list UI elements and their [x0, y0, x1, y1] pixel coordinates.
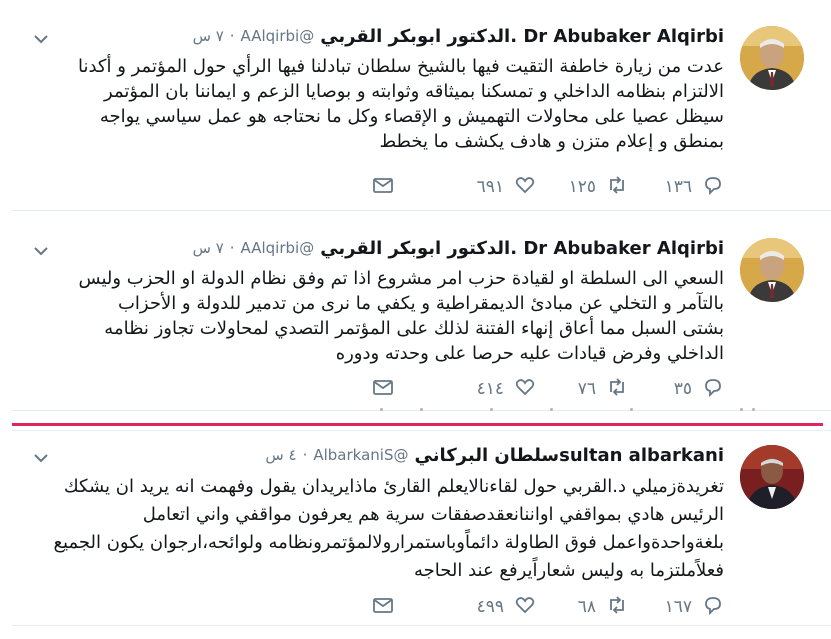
like-count: ٤١٤	[476, 379, 504, 399]
chevron-down-icon[interactable]	[32, 242, 50, 260]
retweet-button[interactable]: ٧٦	[578, 377, 628, 401]
retweet-count: ٧٦	[577, 379, 596, 399]
tweet-header: Dr Abubaker Alqirbi .الدكتور ابوبكر القر…	[193, 236, 724, 260]
reply-count: ١٦٧	[664, 597, 692, 617]
message-button[interactable]	[372, 175, 394, 199]
reply-icon	[702, 594, 724, 621]
separator-dot: ·	[229, 239, 235, 257]
tweet-time[interactable]: ٤ س	[265, 446, 296, 464]
envelope-icon	[372, 594, 394, 621]
like-count: ٤٩٩	[476, 597, 504, 617]
like-button[interactable]: ٤٩٩	[477, 595, 536, 619]
like-button[interactable]: ٦٩١	[477, 175, 536, 199]
tweet-actions: ١٦٧ ٦٨ ٤٩٩	[364, 595, 724, 619]
author-name[interactable]: Dr Abubaker Alqirbi .الدكتور ابوبكر القر…	[320, 238, 724, 259]
separator-dot: ·	[302, 446, 308, 464]
author-handle[interactable]: @AAlqirbi	[241, 239, 315, 257]
envelope-icon	[372, 174, 394, 201]
tweet-time[interactable]: ٧ س	[193, 27, 224, 45]
tweet-header: Dr Abubaker Alqirbi .الدكتور ابوبكر القر…	[193, 24, 724, 48]
heart-icon	[514, 174, 536, 201]
envelope-icon	[372, 376, 394, 403]
tweet-time[interactable]: ٧ س	[193, 239, 224, 257]
tweet-header: sultan albarkaniسلطان البركاني @Albarkan…	[265, 443, 724, 467]
heart-icon	[514, 594, 536, 621]
separator-dot: ·	[229, 27, 235, 45]
tweet[interactable]: Dr Abubaker Alqirbi .الدكتور ابوبكر القر…	[12, 0, 831, 211]
retweet-icon	[606, 376, 628, 403]
author-name[interactable]: sultan albarkaniسلطان البركاني	[414, 445, 724, 466]
tweet-text: السعي الى السلطة او لقيادة حزب امر مشروع…	[78, 268, 724, 364]
reply-button[interactable]: ٣٥	[674, 377, 724, 401]
tweet-text: عدت من زيارة خاطفة التقيت فيها بالشيخ سل…	[77, 56, 724, 152]
reply-count: ٣٥	[673, 379, 692, 399]
avatar[interactable]	[740, 445, 804, 509]
retweet-icon	[606, 594, 628, 621]
new-tweets-divider	[12, 423, 823, 426]
timeline: Dr Abubaker Alqirbi .الدكتور ابوبكر القر…	[0, 0, 831, 639]
chevron-down-icon[interactable]	[32, 449, 50, 467]
reply-icon	[702, 376, 724, 403]
author-handle[interactable]: @AlbarkaniS	[313, 446, 408, 464]
tweet-text: تغريدةزميلي د.القربي حول لقاءنالايعلم ال…	[53, 476, 724, 581]
tweet-actions: ١٣٦ ١٢٥ ٦٩١	[364, 175, 724, 199]
tweet-actions: ٣٥ ٧٦ ٤١٤	[364, 377, 724, 401]
retweet-button[interactable]: ١٢٥	[569, 175, 628, 199]
author-name[interactable]: Dr Abubaker Alqirbi .الدكتور ابوبكر القر…	[320, 26, 724, 47]
reply-count: ١٣٦	[664, 177, 692, 197]
reply-button[interactable]: ١٦٧	[665, 595, 724, 619]
reply-button[interactable]: ١٣٦	[665, 175, 724, 199]
message-button[interactable]	[372, 377, 394, 401]
tweet[interactable]: Dr Abubaker Alqirbi .الدكتور ابوبكر القر…	[12, 212, 831, 411]
avatar[interactable]	[740, 238, 804, 302]
retweet-count: ١٢٥	[568, 177, 596, 197]
heart-icon	[514, 376, 536, 403]
reply-icon	[702, 174, 724, 201]
like-button[interactable]: ٤١٤	[477, 377, 536, 401]
faint-marks	[380, 405, 760, 415]
retweet-icon	[606, 174, 628, 201]
retweet-button[interactable]: ٦٨	[578, 595, 628, 619]
avatar[interactable]	[740, 26, 804, 90]
retweet-count: ٦٨	[577, 597, 596, 617]
tweet[interactable]: sultan albarkaniسلطان البركاني @Albarkan…	[12, 430, 831, 626]
message-button[interactable]	[372, 595, 394, 619]
chevron-down-icon[interactable]	[32, 30, 50, 48]
like-count: ٦٩١	[476, 177, 504, 197]
author-handle[interactable]: @AAlqirbi	[241, 27, 315, 45]
